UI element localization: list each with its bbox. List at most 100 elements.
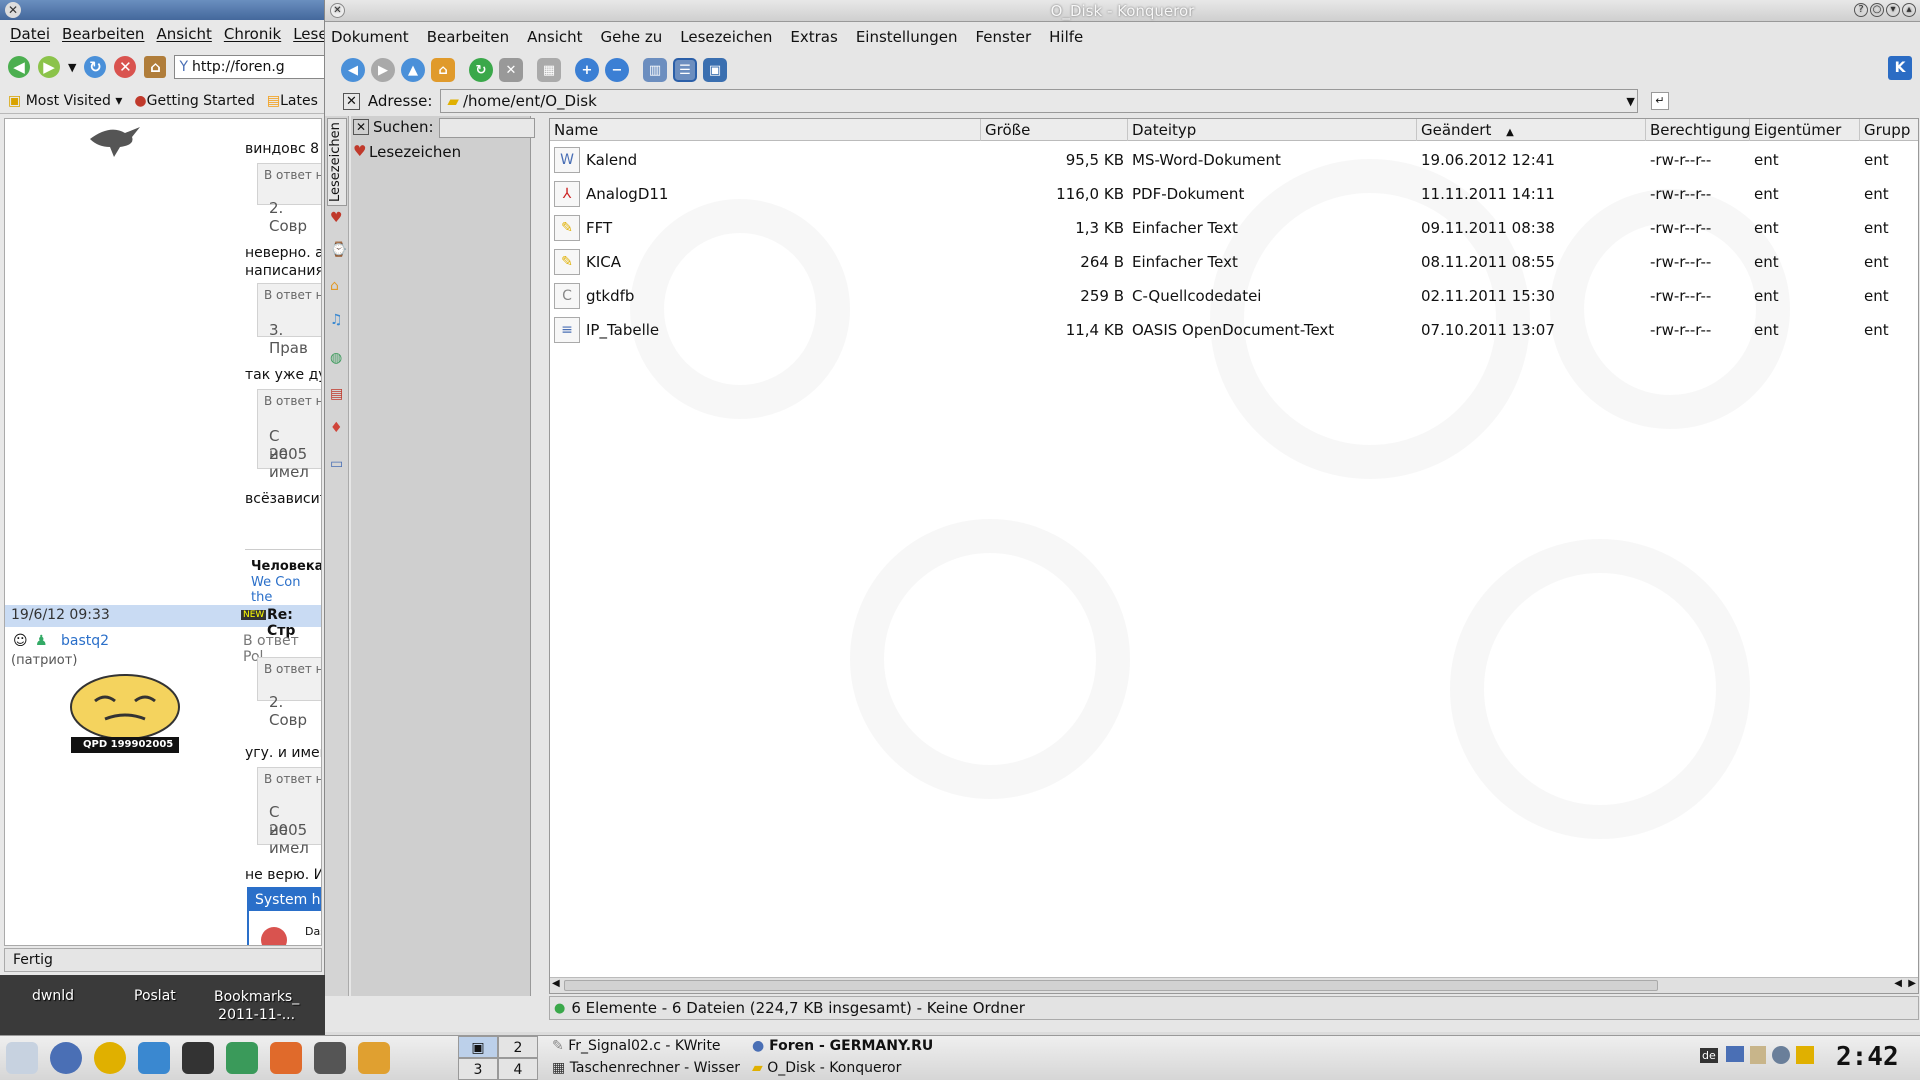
update-tray-icon[interactable] (1796, 1046, 1814, 1064)
detail-view-icon[interactable]: ☰ (673, 58, 697, 82)
url-input[interactable]: Y http://foren.g (174, 55, 324, 79)
pager-desktop-4[interactable]: 4 (498, 1058, 538, 1080)
terminal-launcher-icon[interactable] (314, 1042, 346, 1074)
menu-lesezeichen[interactable]: Lesez (293, 25, 324, 43)
system-popup[interactable]: System he Das (247, 887, 321, 945)
zoom-out-icon[interactable]: − (605, 58, 629, 82)
konqueror-titlebar[interactable]: ✕ O_Disk - Konqueror ? ○ ▾ ▴ (325, 0, 1920, 22)
devices-icon[interactable]: ▭ (330, 456, 343, 472)
address-input[interactable]: ▰ /home/ent/O_Disk (440, 89, 1639, 113)
stop-icon[interactable]: ✕ (499, 58, 523, 82)
column-header-size[interactable]: Größe (981, 119, 1128, 141)
up-icon[interactable]: ▲ (401, 58, 425, 82)
column-header-type[interactable]: Dateityp (1128, 119, 1417, 141)
menu-lesezeichen[interactable]: Lesezeichen (680, 28, 772, 46)
keyboard-layout-icon[interactable]: de (1700, 1048, 1718, 1063)
stop-icon[interactable]: ✕ (114, 56, 137, 78)
menu-gehe-zu[interactable]: Gehe zu (601, 28, 663, 46)
home-icon[interactable]: ⌂ (144, 56, 167, 78)
column-header-group[interactable]: Grupp (1860, 119, 1918, 141)
konqueror-launcher-icon[interactable] (94, 1042, 126, 1074)
print-icon[interactable]: ▦ (537, 58, 561, 82)
shade-icon[interactable]: ○ (1870, 3, 1884, 17)
desktop-icon-poslat[interactable]: Poslat (134, 988, 176, 1004)
forward-icon[interactable]: ▶ (38, 56, 60, 78)
preview-view-icon[interactable]: ▣ (703, 58, 727, 82)
display-tray-icon[interactable] (1726, 1046, 1744, 1062)
desktop-icon-bookmarks[interactable]: Bookmarks_ 2011-11-... (214, 988, 299, 1024)
clipboard-tray-icon[interactable] (1750, 1046, 1766, 1064)
firefox-titlebar[interactable]: ✕ (0, 0, 324, 20)
help-icon[interactable]: ? (1854, 3, 1868, 17)
menu-fenster[interactable]: Fenster (976, 28, 1032, 46)
clock[interactable]: 2:42 (1836, 1042, 1899, 1072)
task-calculator[interactable]: ▦ Taschenrechner - Wisser (552, 1060, 740, 1076)
close-icon[interactable]: ✕ (5, 2, 21, 18)
task-konqueror[interactable]: ▰ O_Disk - Konqueror (752, 1060, 901, 1076)
network-tray-icon[interactable] (1772, 1046, 1790, 1064)
pager-desktop-1[interactable]: ▣ (458, 1036, 498, 1058)
menu-ansicht[interactable]: Ansicht (527, 28, 582, 46)
reload-icon[interactable]: ↻ (84, 56, 107, 78)
split-view-icon[interactable]: ▥ (643, 58, 667, 82)
column-header-owner[interactable]: Eigentümer (1750, 119, 1860, 141)
scroll-left-icon[interactable]: ◀ (1894, 978, 1902, 989)
file-list-view[interactable]: Name Größe Dateityp Geändert ▲ Berechtig… (549, 118, 1919, 994)
desktop-icon-dwnld[interactable]: dwnld (32, 988, 74, 1004)
minimize-icon[interactable]: ▾ (1886, 3, 1900, 17)
column-header-name[interactable]: Name (550, 119, 981, 141)
home-folder-icon[interactable]: ⌂ (330, 278, 339, 294)
menu-dokument[interactable]: Dokument (331, 28, 409, 46)
services-icon[interactable]: ▤ (330, 386, 343, 402)
zoom-in-icon[interactable]: + (575, 58, 599, 82)
scroll-right-icon[interactable]: ▶ (1908, 978, 1916, 989)
go-icon[interactable]: ↵ (1650, 92, 1669, 110)
calculator-launcher-icon[interactable] (182, 1042, 214, 1074)
tab-lesezeichen[interactable]: Lesezeichen (327, 118, 347, 206)
folder-launcher-icon[interactable] (358, 1042, 390, 1074)
media-icon[interactable]: ♫ (330, 312, 343, 328)
file-row[interactable]: ✎ KICA 264 B Einfacher Text 08.11.2011 08:55… (550, 245, 1918, 279)
file-row[interactable]: ✎ FFT 1,3 KB Einfacher Text 09.11.2011 08:38… (550, 211, 1918, 245)
network-launcher-icon[interactable] (226, 1042, 258, 1074)
username-link[interactable]: bastq2 (61, 633, 109, 649)
column-header-permissions[interactable]: Berechtigunge (1646, 119, 1750, 141)
bookmark-latest[interactable]: ▤Lates (267, 93, 318, 109)
bookmark-getting-started[interactable]: ●Getting Started (134, 93, 254, 109)
maximize-icon[interactable]: ▴ (1902, 3, 1916, 17)
firefox-launcher-icon[interactable] (50, 1042, 82, 1074)
back-icon[interactable]: ◀ (8, 56, 30, 78)
thunderbird-launcher-icon[interactable] (138, 1042, 170, 1074)
file-row[interactable]: Cgtkdfb 259 B C-Quellcodedatei 02.11.2011 1… (550, 279, 1918, 313)
menu-bearbeiten[interactable]: Bearbeiten (427, 28, 509, 46)
history-icon[interactable]: ⌚ (330, 242, 347, 258)
task-kwrite[interactable]: ✎ Fr_Signal02.c - KWrite (552, 1038, 721, 1054)
kde-menu-icon[interactable] (6, 1042, 38, 1074)
forward-icon[interactable]: ▶ (371, 58, 395, 82)
task-firefox[interactable]: ● Foren - GERMANY.RU (752, 1038, 933, 1054)
sidebar-search-input[interactable] (439, 118, 535, 138)
menu-ansicht[interactable]: Ansicht (156, 25, 211, 43)
reload-icon[interactable]: ↻ (469, 58, 493, 82)
file-row[interactable]: ≡ IP_Tabelle 11,4 KB OASIS OpenDocument-Tex… (550, 313, 1918, 347)
menu-einstellungen[interactable]: Einstellungen (856, 28, 958, 46)
menu-chronik[interactable]: Chronik (224, 25, 281, 43)
file-row[interactable]: W Kalend 95,5 KB MS-Word-Dokument 19.06.2012… (550, 143, 1918, 177)
network-icon[interactable]: ◍ (330, 350, 342, 366)
file-row[interactable]: ⅄ AnalogD11 116,0 KB PDF-Dokument 11.11.2011… (550, 177, 1918, 211)
history-dropdown-icon[interactable]: ▼ (68, 61, 76, 74)
pager-desktop-2[interactable]: 2 (498, 1036, 538, 1058)
menu-hilfe[interactable]: Hilfe (1049, 28, 1083, 46)
horizontal-scrollbar[interactable]: ◀ ◀ ▶ (550, 977, 1918, 993)
menu-bearbeiten[interactable]: Bearbeiten (62, 25, 144, 43)
signature-link[interactable]: We Con the (251, 575, 321, 605)
sidebar-tree-item-lesezeichen[interactable]: Lesezeichen (369, 143, 461, 161)
bookmarks-heart-icon[interactable]: ♥ (330, 210, 343, 226)
clear-address-icon[interactable]: ✕ (343, 92, 360, 110)
address-dropdown-icon[interactable]: ▼ (1626, 95, 1634, 108)
menu-extras[interactable]: Extras (790, 28, 837, 46)
scrollbar-thumb[interactable] (564, 980, 1658, 991)
app-launcher-icon[interactable] (270, 1042, 302, 1074)
root-folder-icon[interactable]: ♦ (330, 420, 343, 436)
pager-desktop-3[interactable]: 3 (458, 1058, 498, 1080)
